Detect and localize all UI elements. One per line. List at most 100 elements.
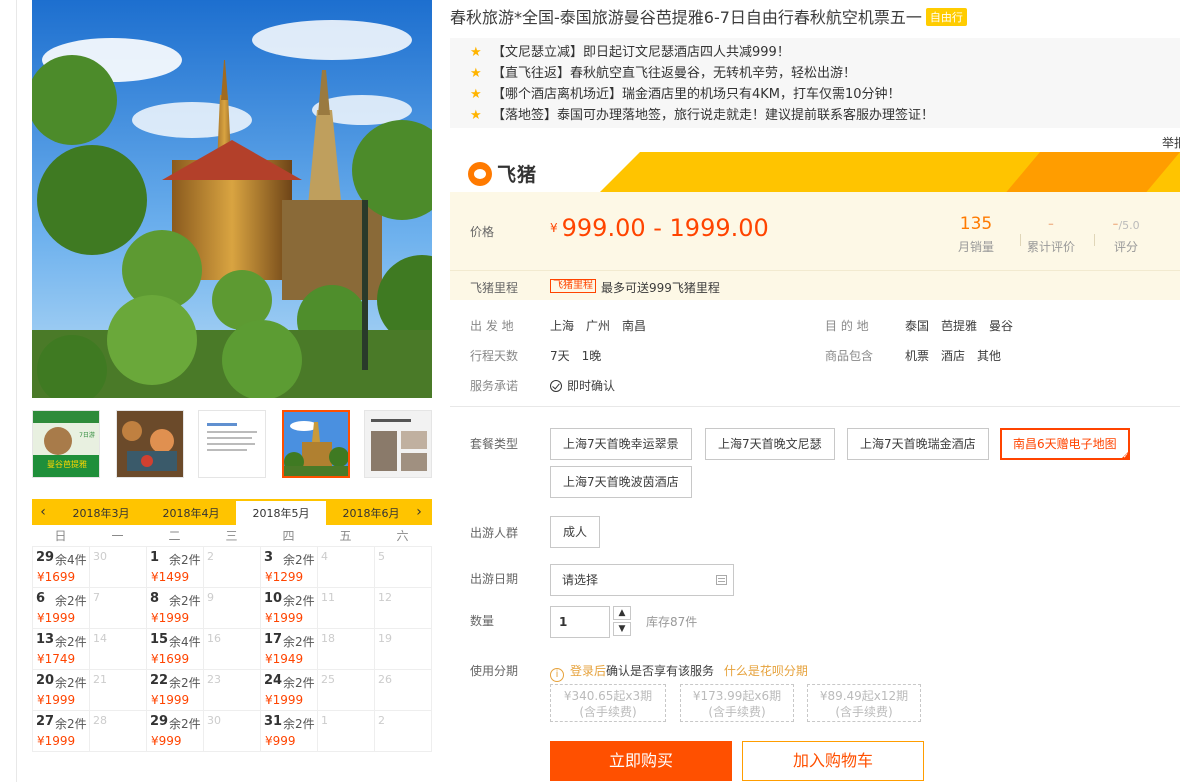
calendar-day-available[interactable]: 27 余2件 ¥1999 (33, 711, 90, 752)
calendar-month-tab[interactable]: 2018年4月 (146, 503, 236, 525)
calendar-day-number: 16 (207, 632, 221, 645)
days-label: 行程天数 (470, 349, 519, 363)
currency-symbol: ¥ (550, 221, 558, 235)
calendar-day: 4 (318, 547, 375, 588)
calendar-day: 21 (90, 670, 147, 711)
calendar-day-available[interactable]: 1 余2件 ¥1499 (147, 547, 204, 588)
total-reviews-stat[interactable]: - 累计评价 (1016, 214, 1086, 255)
calendar-day-number: 3 (264, 550, 274, 565)
calendar-day-available[interactable]: 22 余2件 ¥1999 (147, 670, 204, 711)
package-option-selected[interactable]: 南昌6天赠电子地图 (1000, 428, 1130, 461)
thumbnail-1[interactable]: 曼谷芭提雅 7日游 (32, 410, 100, 478)
calendar-day: 1 (318, 711, 375, 752)
quantity-increase-icon[interactable]: ▲ (613, 606, 631, 620)
thumbnail-2[interactable] (116, 410, 184, 478)
calendar-day-number: 9 (207, 591, 214, 604)
calendar-day-available[interactable]: 8 余2件 ¥1999 (147, 588, 204, 629)
pig-icon (468, 161, 492, 186)
calendar-day-stock: 余4件 (55, 553, 87, 567)
includes-item: 酒店 (941, 349, 966, 363)
calendar-day-price: ¥1699 (37, 570, 76, 584)
calendar-day-number: 29 (150, 714, 169, 729)
package-option[interactable]: 上海7天首晚波茵酒店 (550, 466, 692, 498)
brand-banner-stripe (600, 152, 640, 192)
quantity-input[interactable]: 1 (550, 606, 610, 638)
mileage-row: 飞猪里程 飞猪里程 最多可送999飞猪里程 (450, 270, 1180, 300)
mileage-text: 最多可送999飞猪里程 (601, 281, 720, 295)
calendar-day-stock: 余4件 (169, 635, 201, 649)
calendar-prev-icon[interactable]: ‹ (32, 499, 54, 525)
calendar-day-number: 15 (150, 632, 169, 647)
package-type-label: 套餐类型 (470, 437, 519, 451)
report-link[interactable]: 举报 (1162, 134, 1180, 151)
calendar-day: 23 (204, 670, 261, 711)
calendar-month-tab-active[interactable]: 2018年5月 (236, 501, 326, 525)
quantity-label: 数量 (470, 614, 495, 628)
installment-option[interactable]: ¥89.49起x12期 (含手续费) (807, 684, 921, 722)
destination-row: 目 的 地 泰国 芭提雅 曼谷 (825, 317, 1025, 334)
stock-text: 库存87件 (646, 615, 698, 629)
includes-item: 机票 (905, 349, 930, 363)
quantity-decrease-icon[interactable]: ▼ (613, 622, 631, 636)
calendar-day-number: 18 (321, 632, 335, 645)
calendar-day-price: ¥1999 (265, 693, 304, 707)
star-icon: ★ (470, 45, 482, 60)
weekday-label: 二 (168, 529, 181, 543)
thumbnail-3[interactable] (198, 410, 266, 478)
main-product-image (32, 0, 432, 398)
travel-date-input[interactable]: 请选择 (550, 564, 734, 596)
monthly-sales-stat: 135 月销量 (941, 214, 1011, 255)
installment-fee-note: (含手续费) (835, 705, 893, 719)
buy-now-button[interactable]: 立即购买 (550, 741, 732, 781)
calendar-day: 11 (318, 588, 375, 629)
calendar-day-number: 5 (378, 550, 385, 563)
crowd-option-adult[interactable]: 成人 (550, 516, 601, 548)
calendar-day-available[interactable]: 10 余2件 ¥1999 (261, 588, 318, 629)
calendar-day: 16 (204, 629, 261, 670)
calendar-day-available[interactable]: 3 余2件 ¥1299 (261, 547, 318, 588)
calendar-day-available[interactable]: 29 余4件 ¥1699 (33, 547, 90, 588)
brand-name: 飞猪 (497, 164, 538, 186)
info-icon: i (550, 668, 564, 682)
add-to-cart-button[interactable]: 加入购物车 (742, 741, 924, 781)
login-link[interactable]: 登录后 (570, 664, 606, 678)
thumbnail-4-active[interactable] (282, 410, 350, 478)
weekday-label: 三 (225, 529, 238, 543)
calendar-day-number: 20 (36, 673, 55, 688)
package-option[interactable]: 上海7天首晚瑞金酒店 (847, 428, 989, 460)
calendar-month-tab[interactable]: 2018年6月 (326, 503, 416, 525)
weekday-label: 五 (339, 529, 352, 543)
calendar-day-available[interactable]: 20 余2件 ¥1999 (33, 670, 90, 711)
package-option[interactable]: 上海7天首晚文尼瑟 (705, 428, 835, 460)
calendar-day-available[interactable]: 13 余2件 ¥1749 (33, 629, 90, 670)
calendar-next-icon[interactable]: › (408, 499, 430, 525)
calendar-day: 5 (375, 547, 432, 588)
service-value: 即时确认 (567, 379, 616, 393)
installment-option[interactable]: ¥340.65起x3期 (含手续费) (550, 684, 666, 722)
travel-date-label: 出游日期 (470, 572, 519, 586)
calendar-month-tab[interactable]: 2018年3月 (56, 503, 146, 525)
installment-amount: ¥340.65起x3期 (563, 689, 653, 703)
installment-option[interactable]: ¥173.99起x6期 (含手续费) (680, 684, 794, 722)
calendar-day-number: 8 (150, 591, 160, 606)
calendar-day-stock: 余2件 (55, 635, 87, 649)
calendar-day-available[interactable]: 6 余2件 ¥1999 (33, 588, 90, 629)
section-divider (450, 406, 1180, 407)
calendar-day-number: 17 (264, 632, 283, 647)
installment-fee-note: (含手续费) (708, 705, 766, 719)
calendar-day-number: 22 (150, 673, 169, 688)
calendar-day-available[interactable]: 31 余2件 ¥999 (261, 711, 318, 752)
huabei-help-link[interactable]: 什么是花呗分期 (724, 664, 808, 678)
calendar-day-available[interactable]: 29 余2件 ¥999 (147, 711, 204, 752)
calendar-day-available[interactable]: 24 余2件 ¥1999 (261, 670, 318, 711)
includes-row: 商品包含 机票 酒店 其他 (825, 347, 1013, 364)
calendar-day-number: 26 (378, 673, 392, 686)
package-option[interactable]: 上海7天首晚幸运翠景 (550, 428, 692, 460)
thumbnail-5[interactable] (364, 410, 432, 478)
calendar-day-available[interactable]: 15 余4件 ¥1699 (147, 629, 204, 670)
calendar-day-available[interactable]: 17 余2件 ¥1949 (261, 629, 318, 670)
star-icon: ★ (470, 66, 482, 81)
fliggy-logo: 飞猪 (468, 160, 537, 187)
calendar-day-number: 28 (93, 714, 107, 727)
crowd-label: 出游人群 (470, 526, 519, 540)
